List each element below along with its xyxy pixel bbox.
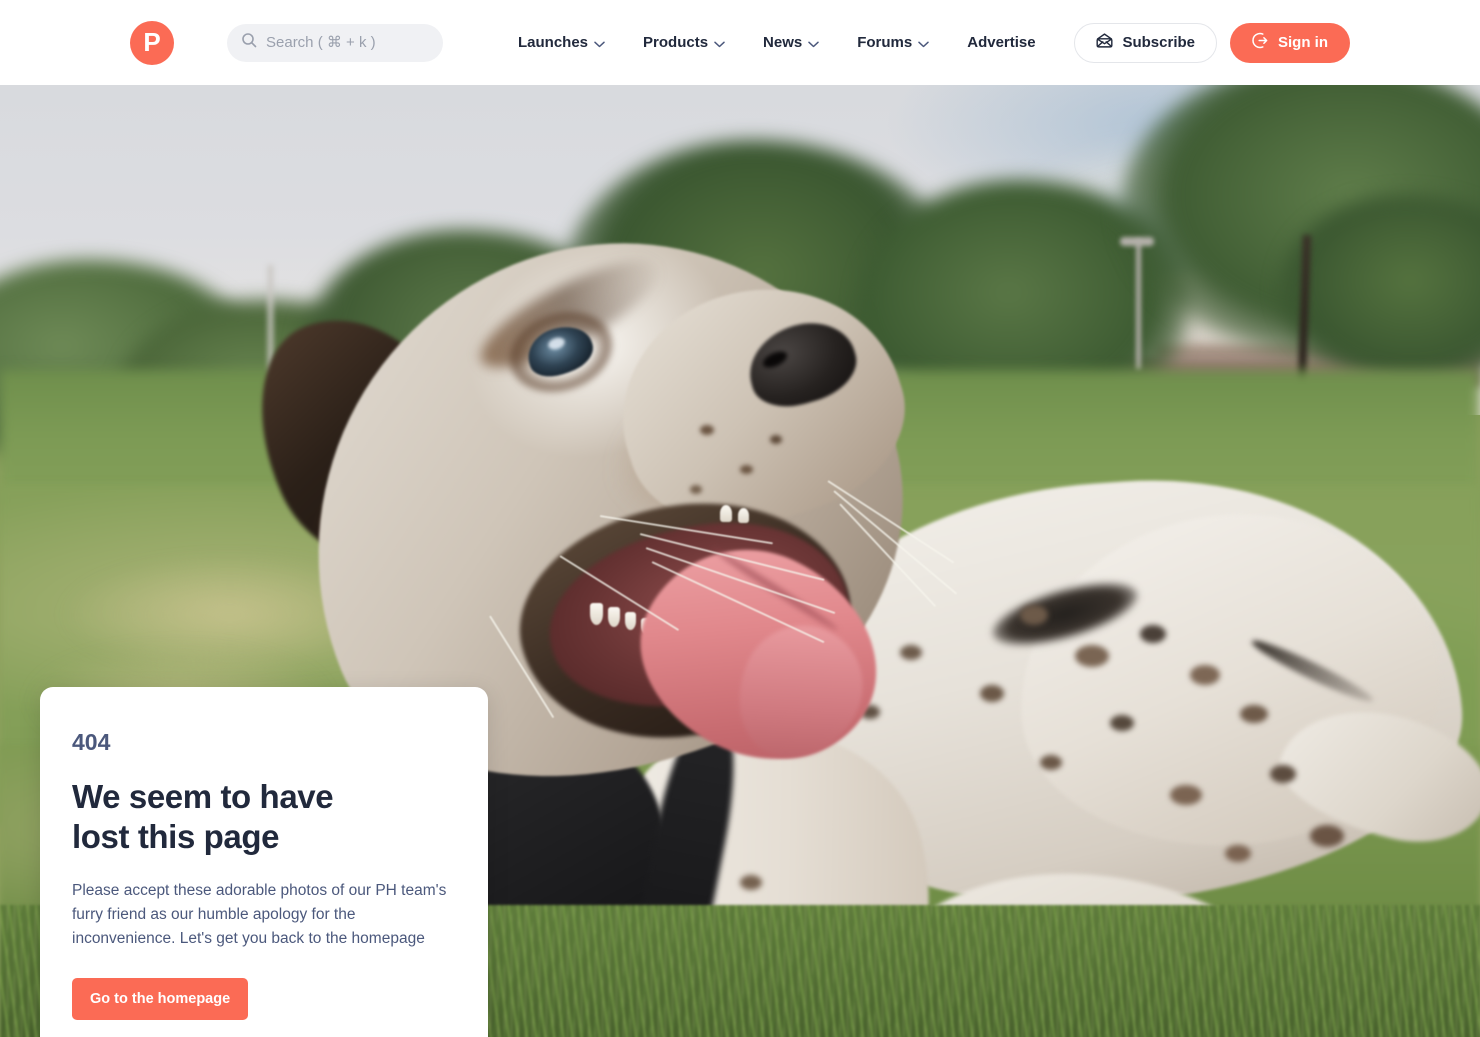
dog-muzzle-spot <box>770 435 782 444</box>
chevron-down-icon <box>714 35 725 52</box>
dog-spot <box>740 875 762 890</box>
sign-in-label: Sign in <box>1278 34 1328 51</box>
error-message: Please accept these adorable photos of o… <box>72 881 447 948</box>
dog-muzzle-spot <box>690 485 702 494</box>
dog-spot <box>1140 625 1166 643</box>
dog-muzzle-spot <box>700 425 714 435</box>
nav-item-label: News <box>763 34 803 51</box>
dog-tooth <box>608 607 620 627</box>
go-to-homepage-button[interactable]: Go to the homepage <box>72 977 249 1020</box>
nav-item-forums[interactable]: Forums <box>857 27 929 58</box>
search-icon <box>241 32 257 53</box>
logo-letter: P <box>143 27 161 57</box>
dog-spot <box>1020 605 1048 625</box>
dog-muzzle-spot <box>740 465 753 474</box>
chevron-down-icon <box>918 35 929 52</box>
dog-spot <box>1190 665 1220 685</box>
nav-item-launches[interactable]: Launches <box>518 27 605 58</box>
product-hunt-logo[interactable]: P <box>130 20 174 65</box>
dog-spot <box>900 645 922 660</box>
lamp-head <box>1120 237 1154 246</box>
dog-spot <box>1170 785 1202 805</box>
dog-spot <box>1110 715 1134 731</box>
dog-tooth <box>625 612 636 630</box>
search-input[interactable]: Search ( ⌘ + k ) <box>227 23 443 62</box>
login-arrow-icon <box>1252 32 1269 53</box>
dog-tooth <box>590 603 603 625</box>
error-code: 404 <box>72 729 111 755</box>
dog-spot <box>1270 765 1296 783</box>
nav-item-label: Launches <box>518 34 589 51</box>
nav-item-news[interactable]: News <box>763 27 819 58</box>
subscribe-button[interactable]: Subscribe <box>1074 22 1217 63</box>
dog-spot <box>980 685 1004 702</box>
main-navigation: Launches Products News Forums Advertise <box>518 27 1036 58</box>
dog-spot <box>1225 845 1251 862</box>
nav-item-label: Advertise <box>967 34 1036 51</box>
error-404-card: 404 We seem to have lost this page Pleas… <box>40 687 488 1037</box>
dog-tooth <box>720 505 732 522</box>
site-header: P Search ( ⌘ + k ) Launches Products New… <box>0 0 1480 85</box>
nav-item-label: Forums <box>857 34 913 51</box>
chevron-down-icon <box>594 35 605 52</box>
dog-spot <box>1075 645 1109 667</box>
chevron-down-icon <box>808 35 819 52</box>
nav-item-products[interactable]: Products <box>643 27 725 58</box>
dog-tooth <box>738 508 749 523</box>
subscribe-label: Subscribe <box>1122 34 1195 51</box>
nav-item-advertise[interactable]: Advertise <box>967 28 1035 57</box>
sign-in-button[interactable]: Sign in <box>1230 22 1350 63</box>
envelope-open-icon <box>1096 33 1113 52</box>
page-root: P Search ( ⌘ + k ) Launches Products New… <box>0 0 1480 1037</box>
header-actions: Subscribe Sign in <box>1074 22 1350 63</box>
page-title: We seem to have lost this page <box>72 778 334 856</box>
dog-spot <box>1310 825 1344 847</box>
lamp-post <box>1136 240 1141 370</box>
dog-spot <box>1040 755 1062 770</box>
nav-item-label: Products <box>643 34 709 51</box>
search-placeholder: Search ( ⌘ + k ) <box>266 34 376 51</box>
dog-spot <box>1240 705 1268 723</box>
